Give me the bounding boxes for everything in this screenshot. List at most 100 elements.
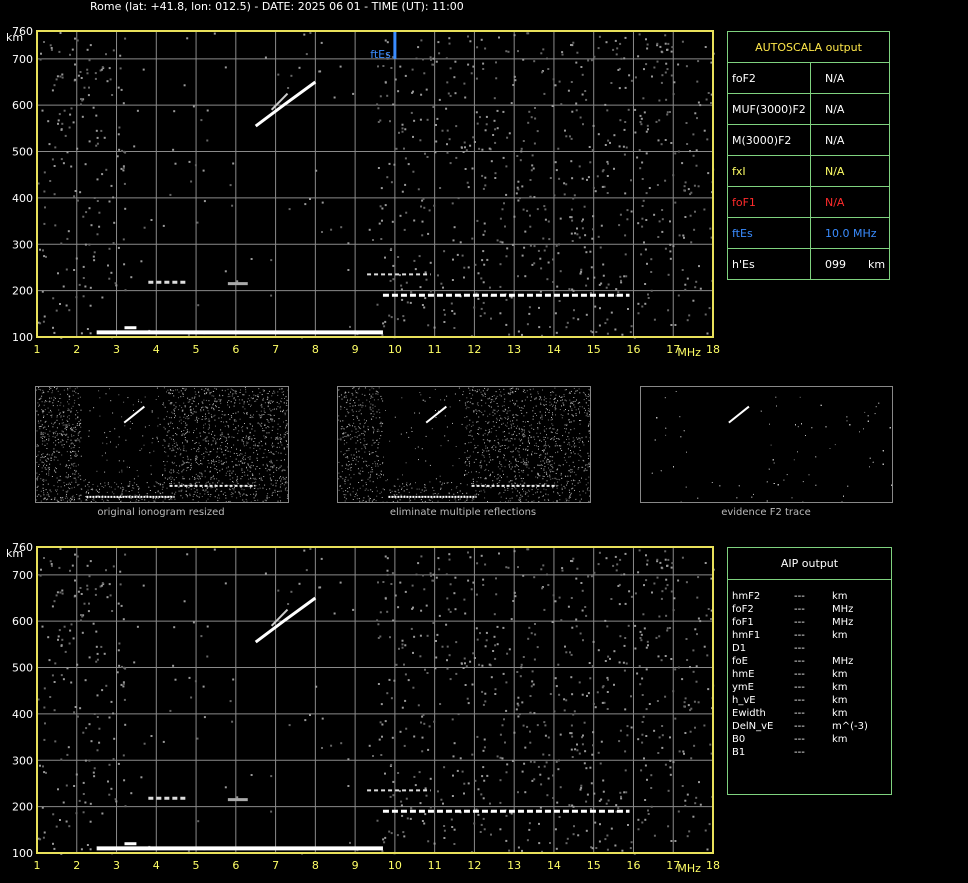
noise-point [570,732,573,735]
noise-point [626,734,629,737]
thumb-speck [271,479,273,481]
noise-point [558,177,561,180]
noise-point [462,151,465,153]
thumb-speck [550,469,552,471]
noise-point [424,668,426,671]
thumb-speck [479,490,481,492]
thumb-speck [365,484,367,486]
noise-point [119,67,122,70]
noise-point [538,326,541,329]
noise-point [288,724,291,727]
x-tick-label: 15 [587,343,601,356]
noise-point [630,595,633,598]
noise-point [100,129,103,132]
noise-point [628,590,631,593]
noise-point [87,94,90,97]
thumb-speck [186,461,188,463]
noise-point [467,186,470,189]
noise-point [52,326,54,329]
noise-point [443,829,446,832]
thumb-speck [347,411,349,413]
noise-point [98,211,101,214]
noise-point [646,43,649,46]
noise-point [398,647,400,650]
noise-point [405,727,408,730]
thumb-speck [192,495,194,497]
thumb-speck [60,499,62,501]
thumb-speck [50,460,52,461]
noise-point [607,283,610,286]
noise-point [592,744,594,747]
noise-point [640,633,643,636]
thumb-speck [182,457,184,458]
thumb-speck [542,475,544,477]
noise-point [394,594,397,597]
thumb-speck [382,463,383,465]
thumb-speck [475,471,477,473]
noise-point [634,108,637,111]
thumb-speck [488,421,490,423]
noise-point [377,623,380,626]
thumb-speck [99,415,101,417]
noise-point [484,47,487,50]
thumb-speck [513,402,515,404]
thumb-speck [183,461,184,463]
thumb-speck [473,410,475,412]
thumb-speck [198,478,200,480]
thumb-speck [46,414,48,415]
thumb-speck [266,463,268,465]
thumb-speck [586,464,588,466]
noise-point [75,773,78,776]
noise-point [665,98,668,101]
noise-point [670,142,673,144]
thumb-speck [379,423,381,425]
noise-point [98,741,101,744]
thumb-speck [505,501,506,503]
noise-point [531,164,534,167]
thumb-speck [42,435,44,437]
noise-point [44,722,46,725]
noise-point [142,68,145,71]
thumb-speck [217,472,218,474]
noise-point [529,741,532,744]
thumb-speck [78,495,80,497]
noise-point [47,120,50,123]
thumb-speck [172,463,174,465]
thumb-speck [169,471,170,473]
thumb-speck [232,389,234,391]
thumb-speck [446,482,448,484]
noise-point [624,192,627,195]
thumb-speck [173,443,175,444]
noise-point [630,210,633,213]
noise-point [682,750,685,753]
noise-point [520,150,523,153]
noise-point [39,322,42,325]
noise-point [423,588,426,591]
thumb-speck [252,477,254,479]
thumb-speck [269,477,271,479]
noise-point [588,146,591,148]
thumb-speck [156,438,158,440]
noise-point [90,740,93,743]
noise-point [49,44,52,47]
noise-point [587,692,590,695]
thumb-speck [241,439,243,441]
noise-point [482,703,485,706]
thumb-speck [424,484,426,486]
noise-point [419,634,422,637]
thumb-speck [270,460,272,462]
noise-point [100,645,103,648]
thumb-speck [367,489,369,491]
noise-point [571,693,574,696]
noise-point [62,162,65,165]
thumb-speck [357,417,358,419]
thumb-speck [251,473,253,475]
thumb-speck [282,469,284,471]
thumb-speck [63,411,65,413]
thumb-speck [194,491,196,493]
thumb-speck [358,410,360,412]
noise-point [575,102,578,105]
noise-point [197,304,200,307]
noise-point [100,584,103,587]
thumb-speck [55,468,57,470]
